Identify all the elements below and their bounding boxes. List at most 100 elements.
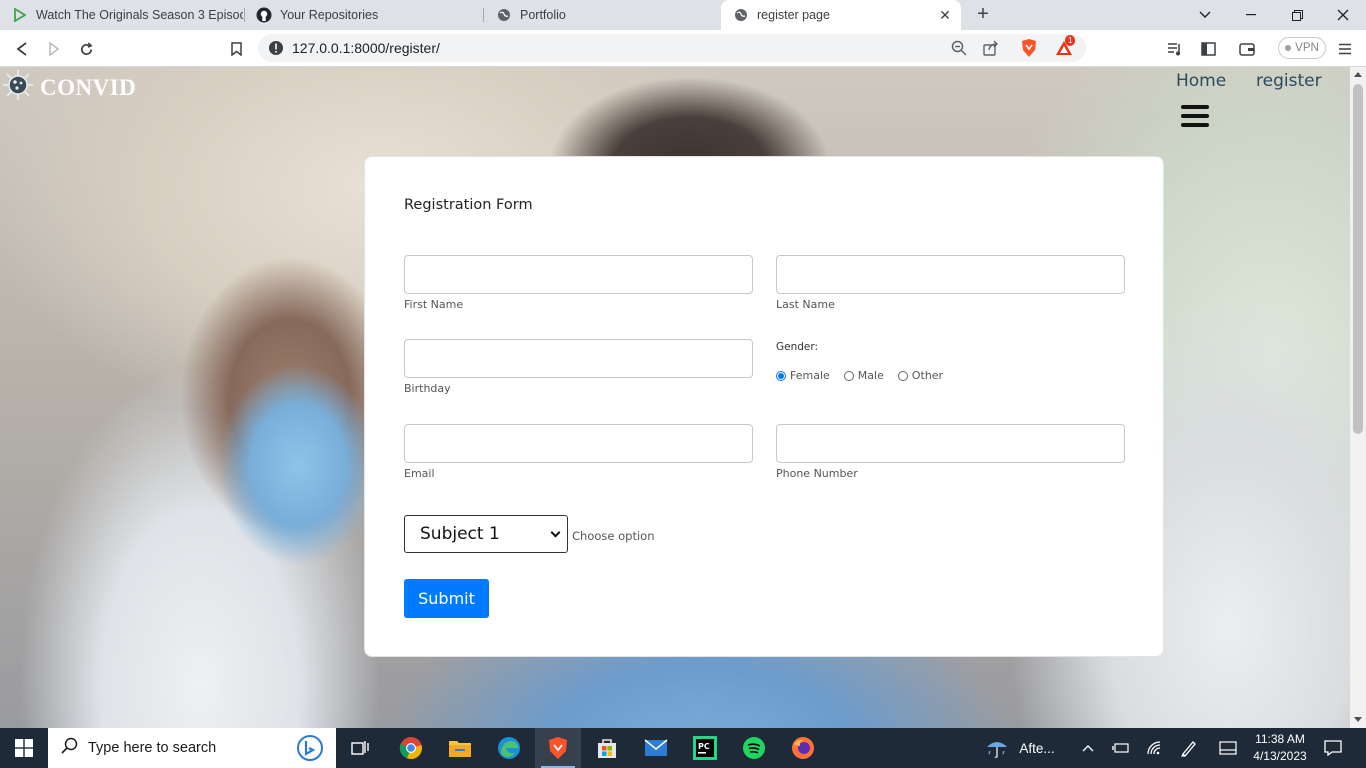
chevron-up-icon[interactable]	[1078, 728, 1098, 768]
scroll-down-icon[interactable]	[1354, 717, 1362, 722]
page-viewport: CONVID Home register Registration Form F…	[0, 67, 1350, 728]
system-clock[interactable]: 11:38 AM 4/13/2023	[1248, 731, 1312, 765]
nav-home-link[interactable]: Home	[1176, 71, 1226, 91]
url-text: 127.0.0.1:8000/register/	[292, 40, 440, 56]
new-tab-button[interactable]: +	[972, 4, 994, 26]
brand-name: CONVID	[40, 74, 137, 100]
birthday-input[interactable]	[404, 339, 753, 378]
tab-portfolio[interactable]: Portfolio	[484, 0, 720, 30]
virus-logo-icon	[2, 69, 34, 106]
tab-label: Your Repositories	[280, 8, 379, 22]
subject-selected-value: Subject 1	[420, 524, 500, 544]
chrome-app-icon[interactable]	[391, 728, 431, 768]
file-explorer-icon[interactable]	[440, 728, 480, 768]
radio-button[interactable]	[843, 370, 854, 381]
globe-icon	[496, 7, 512, 23]
wifi-icon[interactable]	[1144, 728, 1166, 768]
clock-time: 11:38 AM	[1255, 732, 1305, 746]
first-name-input[interactable]	[404, 255, 753, 294]
tab-label: Portfolio	[520, 8, 566, 22]
vpn-button[interactable]: VPN	[1278, 37, 1326, 59]
share-icon[interactable]	[983, 40, 999, 61]
weather-text[interactable]: Afte...	[1014, 728, 1060, 768]
task-view-icon[interactable]	[342, 728, 378, 768]
start-button[interactable]	[0, 728, 48, 768]
menu-icon[interactable]	[1334, 38, 1356, 60]
pycharm-app-icon[interactable]: PC	[685, 728, 725, 768]
edge-app-icon[interactable]	[489, 728, 529, 768]
pen-icon[interactable]	[1178, 728, 1200, 768]
tab-originals[interactable]: Watch The Originals Season 3 Episode	[0, 0, 243, 30]
gender-option-other[interactable]: Other	[897, 369, 943, 382]
subject-hint: Choose option	[572, 529, 655, 543]
first-name-label: First Name	[404, 298, 464, 311]
site-info-icon[interactable]	[268, 40, 284, 61]
close-window-button[interactable]	[1320, 0, 1366, 30]
minimize-button[interactable]	[1228, 0, 1274, 30]
weather-icon[interactable]	[984, 728, 1010, 768]
brave-app-icon[interactable]	[535, 728, 581, 768]
clock-date: 4/13/2023	[1253, 749, 1307, 763]
form-title: Registration Form	[404, 197, 533, 213]
vpn-label: VPN	[1295, 42, 1319, 54]
phone-input[interactable]	[776, 424, 1125, 463]
last-name-input[interactable]	[776, 255, 1125, 294]
zoom-icon[interactable]	[951, 40, 967, 61]
radio-button[interactable]	[776, 370, 786, 381]
windows-taskbar: Type here to search PC Afte... 11:38 AM …	[0, 728, 1366, 768]
battery-icon[interactable]	[1110, 728, 1132, 768]
mail-app-icon[interactable]	[636, 728, 676, 768]
search-icon	[61, 737, 78, 759]
taskbar-search[interactable]: Type here to search	[48, 728, 336, 768]
nav-register-link[interactable]: register	[1256, 71, 1322, 91]
reload-button[interactable]	[75, 38, 97, 60]
playlist-icon[interactable]	[1164, 38, 1186, 60]
scrollbar-thumb[interactable]	[1353, 84, 1363, 434]
bing-icon[interactable]	[296, 735, 324, 766]
registration-card: Registration Form First Name Last Name B…	[364, 156, 1164, 657]
tab-register[interactable]: register page ✕	[721, 0, 961, 30]
brave-shields-icon[interactable]	[1020, 38, 1038, 63]
tab-label: register page	[757, 8, 830, 22]
submit-button[interactable]: Submit	[404, 579, 489, 618]
back-button[interactable]	[11, 38, 33, 60]
gender-option-male[interactable]: Male	[843, 369, 884, 382]
svg-text:PC: PC	[698, 742, 710, 751]
globe-icon	[733, 7, 749, 23]
close-tab-icon[interactable]: ✕	[937, 7, 953, 23]
forward-button[interactable]	[43, 38, 65, 60]
store-app-icon[interactable]	[587, 728, 627, 768]
bookmark-icon[interactable]	[225, 38, 247, 60]
keyboard-icon[interactable]	[1216, 728, 1240, 768]
tab-search-icon[interactable]	[1182, 0, 1228, 30]
radio-label: Female	[790, 369, 830, 382]
birthday-label: Birthday	[404, 382, 451, 395]
spotify-app-icon[interactable]	[734, 728, 774, 768]
github-icon	[256, 7, 272, 23]
radio-button[interactable]	[897, 370, 908, 381]
subject-select[interactable]: Subject 1	[404, 515, 568, 553]
tab-strip: Watch The Originals Season 3 Episode You…	[0, 0, 1366, 30]
email-input[interactable]	[404, 424, 753, 463]
hamburger-menu-icon[interactable]	[1181, 105, 1209, 132]
tab-repositories[interactable]: Your Repositories	[244, 0, 482, 30]
browser-toolbar: 127.0.0.1:8000/register/ 1 VPN	[0, 30, 1366, 67]
notifications-icon[interactable]	[1320, 728, 1346, 768]
scroll-up-icon[interactable]	[1354, 72, 1362, 77]
gender-option-female[interactable]: Female	[776, 369, 830, 382]
wallet-icon[interactable]	[1236, 38, 1258, 60]
gender-label: Gender:	[776, 341, 819, 353]
sidebar-icon[interactable]	[1197, 38, 1219, 60]
vpn-status-dot	[1285, 45, 1292, 51]
firefox-app-icon[interactable]	[783, 728, 823, 768]
address-bar[interactable]: 127.0.0.1:8000/register/ 1	[258, 34, 1086, 62]
restore-button[interactable]	[1274, 0, 1320, 30]
gender-radio-group: Female Male Other	[776, 369, 957, 382]
phone-label: Phone Number	[776, 467, 858, 480]
chevron-down-icon	[550, 527, 561, 538]
site-brand[interactable]: CONVID	[2, 69, 136, 106]
tab-label: Watch The Originals Season 3 Episode	[36, 8, 243, 22]
page-scrollbar[interactable]	[1350, 67, 1366, 728]
search-placeholder: Type here to search	[88, 740, 217, 756]
email-label: Email	[404, 467, 435, 480]
